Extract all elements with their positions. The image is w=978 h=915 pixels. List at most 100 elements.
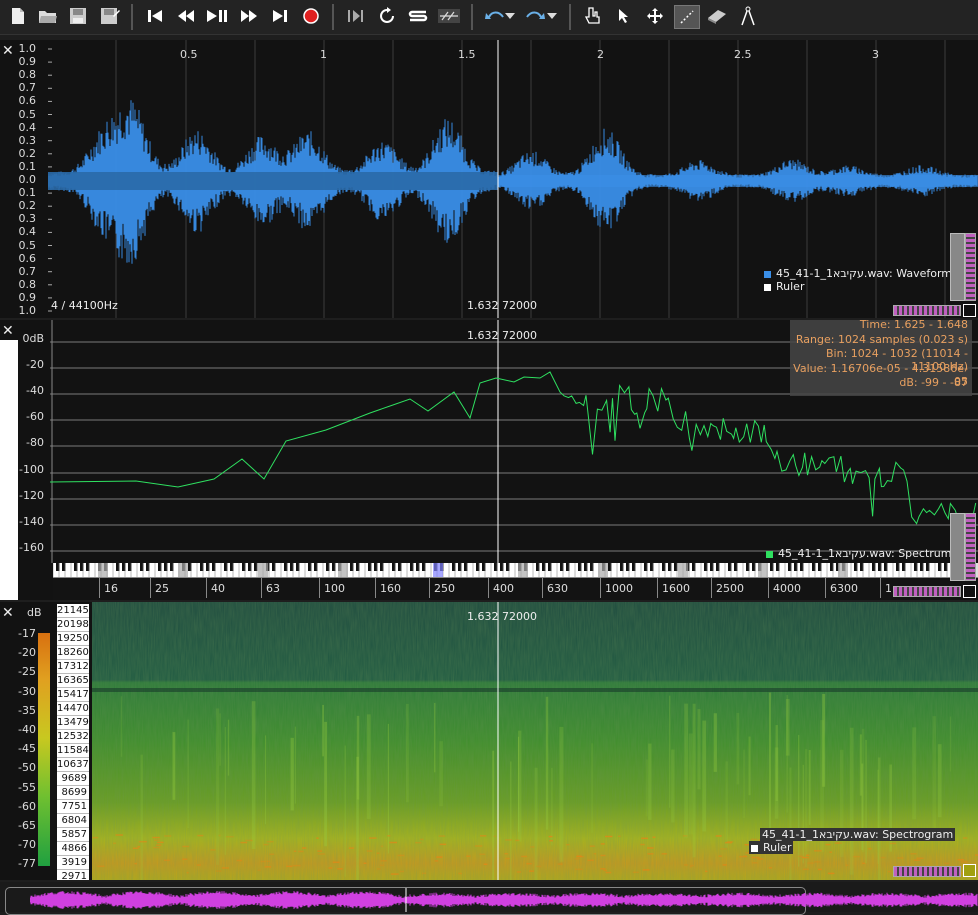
refresh-icon[interactable] (375, 5, 399, 27)
bin-info-line: Time: 1.625 - 1.648 (859, 320, 968, 331)
waveform-y-tick: 0.5 (18, 107, 37, 121)
spectrum-y-tick: -40 (26, 384, 44, 397)
frequency-tick (319, 578, 320, 598)
vertical-zoom-slider[interactable] (965, 513, 976, 581)
horizontal-zoom-slider[interactable] (893, 866, 961, 877)
redo-dropdown-icon[interactable] (545, 5, 559, 27)
frequency-label: 21145 (57, 605, 89, 618)
waveform-y-tick: 0.7 (18, 81, 37, 95)
frequency-label: 4866 (57, 842, 89, 856)
cursor-time: 1.632 (467, 610, 499, 623)
frequency-label: 17312 (57, 661, 89, 674)
move-icon[interactable] (643, 5, 667, 27)
spectrum-y-tick: -120 (19, 489, 44, 502)
spectrum-x-tick: 100 (324, 582, 345, 595)
frequency-label: 19250 (57, 633, 89, 646)
spectrum-panel[interactable]: ✕ 0dB -20 -40 -60 -80 -100 -120 -140 -160 1.632 … (0, 320, 978, 600)
waveform-x-tick: 1.5 (458, 48, 476, 61)
save-icon[interactable] (66, 5, 90, 27)
select-arrow-icon[interactable] (612, 5, 636, 27)
stop-loop-icon[interactable] (344, 5, 368, 27)
db-tick: -65 (18, 819, 36, 832)
open-folder-icon[interactable] (36, 5, 60, 27)
legend-swatch (764, 270, 771, 278)
vertical-scroll-handle[interactable] (950, 513, 965, 581)
horizontal-zoom-slider[interactable] (893, 305, 961, 316)
spectrum-x-tick: 6300 (830, 582, 858, 595)
close-spectrum-icon[interactable]: ✕ (2, 323, 14, 339)
frequency-tick (600, 578, 601, 598)
db-tick: -55 (18, 780, 36, 794)
draw-line-icon[interactable] (674, 5, 700, 29)
db-colorbar (38, 633, 50, 866)
vertical-scroll-handle[interactable] (950, 233, 965, 301)
db-tick: -45 (18, 742, 36, 756)
spectrum-x-tick: 630 (547, 582, 568, 595)
rewind-icon[interactable] (174, 5, 198, 27)
waveform-x-tick: 2 (597, 48, 604, 61)
waveform-x-tick: 0.5 (180, 48, 198, 61)
close-waveform-icon[interactable]: ✕ (2, 43, 14, 59)
compass-icon[interactable] (736, 5, 760, 27)
vertical-zoom-slider[interactable] (965, 233, 976, 301)
undo-dropdown-icon[interactable] (503, 5, 517, 27)
db-tick: -35 (18, 703, 36, 717)
fast-forward-icon[interactable] (237, 5, 261, 27)
frequency-label: 2971 (57, 870, 89, 880)
spectrum-x-tick: 25 (155, 582, 169, 595)
close-spectrogram-icon[interactable]: ✕ (2, 605, 14, 621)
redo-icon[interactable] (523, 5, 547, 27)
spectrum-x-tick: 2500 (716, 582, 744, 595)
db-tick: -77 (18, 857, 36, 871)
ruler-legend: Ruler (764, 280, 804, 293)
skip-end-icon[interactable] (268, 5, 292, 27)
frequency-label: 7751 (57, 800, 89, 814)
horizontal-zoom-slider[interactable] (893, 586, 961, 597)
snap-icon[interactable] (406, 5, 430, 27)
waveform-y-tick: 0.8 (18, 277, 37, 291)
spectrum-left-strip (0, 340, 18, 600)
hand-pointer-icon[interactable] (581, 5, 605, 27)
spectrum-x-tick: 1000 (605, 582, 633, 595)
frequency-label: 16365 (57, 675, 89, 688)
piano-keyboard[interactable] (52, 563, 978, 577)
frequency-tick (657, 578, 658, 598)
waveform-y-tick: 1.0 (18, 304, 37, 317)
frequency-label: 13479 (57, 717, 89, 730)
spectrum-x-tick: 160 (380, 582, 401, 595)
spectrogram-legend: 45_41-1_1עקיבא.wav: Spectrogram (760, 828, 956, 841)
legend-waveform-label: 45_41-1_1עקיבא.wav: Waveform (776, 267, 953, 280)
frequency-tick (488, 578, 489, 598)
waveform-y-tick: 0.1 (18, 159, 37, 173)
spectrum-x-tick: 1600 (662, 582, 690, 595)
waveform-panel[interactable]: ✕ 1.0 0.9 0.8 0.7 0.6 0.5 0.4 0.3 0.2 0.1 0.0 0.1 0.… (0, 40, 978, 318)
new-file-icon[interactable] (6, 5, 30, 27)
scrub-icon[interactable] (437, 5, 461, 27)
panel-corner-box[interactable] (963, 585, 976, 598)
save-as-icon[interactable] (98, 5, 122, 27)
waveform-y-tick: 0.3 (18, 212, 37, 226)
cursor-sample: 72000 (502, 299, 537, 312)
eraser-icon[interactable] (705, 5, 729, 27)
frequency-tick (375, 578, 376, 598)
frequency-label: 14470 (57, 703, 89, 716)
frequency-tick (206, 578, 207, 598)
panel-corner-box[interactable] (963, 864, 976, 877)
waveform-y-tick: 0.7 (18, 264, 37, 278)
waveform-y-tick: 0.4 (18, 225, 37, 239)
db-tick: -50 (18, 761, 36, 775)
waveform-y-tick: 0.6 (18, 251, 37, 265)
panel-corner-box[interactable] (963, 304, 976, 317)
spectrogram-panel[interactable]: ✕ dB -17 -20 -25 -30 -35 -40 -45 -50 -55 -60 -65 -7… (0, 602, 978, 880)
db-tick: -25 (18, 665, 36, 679)
db-tick: -20 (18, 646, 36, 660)
spectrum-y-tick: 0dB (22, 332, 44, 345)
play-pause-icon[interactable] (205, 5, 229, 27)
spectrum-y-tick: -20 (26, 358, 44, 371)
ruler-legend: Ruler (749, 841, 794, 854)
db-tick: -60 (18, 799, 36, 813)
record-icon[interactable] (299, 5, 323, 27)
waveform-y-tick: 0.4 (18, 120, 37, 134)
skip-start-icon[interactable] (143, 5, 167, 27)
overview-strip[interactable] (0, 882, 978, 915)
